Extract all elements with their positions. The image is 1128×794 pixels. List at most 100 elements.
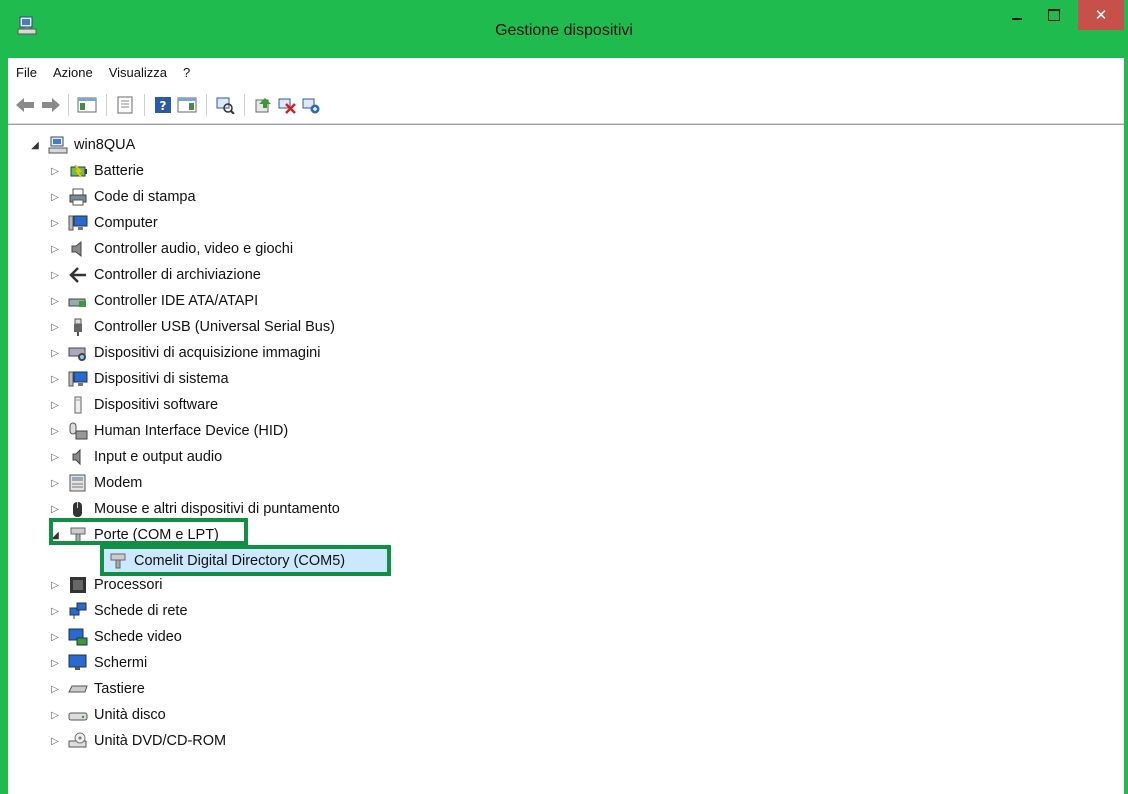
- enable-device-icon: [302, 98, 320, 114]
- expand-arrow-icon[interactable]: ▷: [48, 348, 62, 359]
- close-button[interactable]: ✕: [1078, 0, 1124, 30]
- modem-icon: [69, 474, 86, 492]
- expand-arrow-icon[interactable]: ▷: [48, 606, 62, 617]
- tree-category-controller-usb[interactable]: ▷ Controller USB (Universal Serial Bus): [48, 315, 335, 339]
- expand-arrow-icon[interactable]: ▷: [48, 478, 62, 489]
- enable-device-button[interactable]: [300, 94, 322, 116]
- tree-category-schede-rete[interactable]: ▷ Schede di rete: [48, 599, 188, 623]
- tree-category-modem[interactable]: ▷ Modem: [48, 471, 142, 495]
- expand-arrow-icon[interactable]: ▷: [48, 658, 62, 669]
- tree-category-dispositivi-software[interactable]: ▷ Dispositivi software: [48, 393, 218, 417]
- device-tree-pane[interactable]: ◢ win8QUA ▷ Batterie ▷ Code di stampa ▷ …: [8, 124, 1124, 794]
- expand-arrow-icon[interactable]: ▷: [48, 192, 62, 203]
- usb-icon: [74, 318, 82, 336]
- computer-icon: [68, 215, 88, 231]
- battery-icon: [70, 164, 87, 178]
- tree-category-controller-audio[interactable]: ▷ Controller audio, video e giochi: [48, 237, 293, 261]
- uninstall-device-icon: [278, 98, 296, 114]
- highlight-box-porte: [49, 518, 248, 545]
- uninstall-device-button[interactable]: [276, 94, 298, 116]
- expand-arrow-icon[interactable]: ▷: [48, 322, 62, 333]
- dvd-drive-icon: [68, 732, 87, 748]
- tree-category-computer[interactable]: ▷ Computer: [48, 211, 158, 235]
- minimize-icon: [1012, 18, 1022, 20]
- highlight-box-comelit: [100, 545, 391, 576]
- keyboard-icon: [68, 685, 88, 693]
- tree-category-processori[interactable]: ▷ Processori: [48, 573, 163, 597]
- expand-arrow-icon[interactable]: ▷: [48, 710, 62, 721]
- expand-arrow-icon[interactable]: ▷: [48, 684, 62, 695]
- tree-category-input-output-audio[interactable]: ▷ Input e output audio: [48, 445, 222, 469]
- maximize-button[interactable]: [1036, 0, 1072, 30]
- toolbar-separator: [106, 94, 107, 116]
- scan-hardware-icon: [216, 97, 235, 114]
- toolbar-separator: [244, 94, 245, 116]
- expand-arrow-icon[interactable]: ◢: [28, 140, 42, 151]
- title-bar[interactable]: Gestione dispositivi ✕: [0, 0, 1128, 56]
- display-adapter-icon: [68, 628, 88, 646]
- back-arrow-icon: [16, 98, 34, 112]
- speaker-icon: [71, 240, 82, 258]
- action-pane-button[interactable]: [176, 94, 198, 116]
- action-pane-icon: [177, 97, 197, 113]
- tree-category-batterie[interactable]: ▷ Batterie: [48, 159, 144, 183]
- help-icon: ?: [155, 97, 171, 113]
- toolbar-separator: [206, 94, 207, 116]
- tree-category-unita-dvd[interactable]: ▷ Unità DVD/CD-ROM: [48, 729, 226, 753]
- expand-arrow-icon[interactable]: ▷: [48, 270, 62, 281]
- tree-category-code-di-stampa[interactable]: ▷ Code di stampa: [48, 185, 196, 209]
- toolbar-separator: [144, 94, 145, 116]
- properties-icon: [117, 96, 133, 114]
- expand-arrow-icon[interactable]: ▷: [48, 218, 62, 229]
- expand-arrow-icon[interactable]: ▷: [48, 736, 62, 747]
- close-icon: ✕: [1094, 6, 1108, 24]
- menu-help[interactable]: ?: [183, 65, 190, 80]
- menu-azione[interactable]: Azione: [53, 65, 93, 80]
- maximize-icon: [1048, 9, 1060, 21]
- properties-button[interactable]: [114, 94, 136, 116]
- expand-arrow-icon[interactable]: ▷: [48, 504, 62, 515]
- tree-category-unita-disco[interactable]: ▷ Unità disco: [48, 703, 166, 727]
- menu-file[interactable]: File: [16, 65, 37, 80]
- update-driver-button[interactable]: [252, 94, 274, 116]
- tree-category-acquisizione-immagini[interactable]: ▷ Dispositivi di acquisizione immagini: [48, 341, 320, 365]
- menu-visualizza[interactable]: Visualizza: [109, 65, 167, 80]
- computer-root-icon: [48, 136, 68, 154]
- expand-arrow-icon[interactable]: ▷: [48, 374, 62, 385]
- back-button[interactable]: [14, 94, 36, 116]
- expand-arrow-icon[interactable]: ▷: [48, 400, 62, 411]
- svg-text:?: ?: [160, 99, 167, 113]
- network-icon: [69, 602, 87, 619]
- expand-arrow-icon[interactable]: ▷: [48, 580, 62, 591]
- tree-category-hid[interactable]: ▷ Human Interface Device (HID): [48, 419, 288, 443]
- expand-arrow-icon[interactable]: ▷: [48, 426, 62, 437]
- system-device-icon: [68, 371, 88, 387]
- tree-category-controller-ide[interactable]: ▷ Controller IDE ATA/ATAPI: [48, 289, 258, 313]
- tree-category-tastiere[interactable]: ▷ Tastiere: [48, 677, 145, 701]
- monitor-icon: [68, 654, 87, 670]
- expand-arrow-icon[interactable]: ▷: [48, 244, 62, 255]
- ide-controller-icon: [68, 298, 86, 307]
- expand-arrow-icon[interactable]: ▷: [48, 452, 62, 463]
- tree-category-schede-video[interactable]: ▷ Schede video: [48, 625, 182, 649]
- disk-drive-icon: [68, 712, 88, 721]
- help-button[interactable]: ?: [152, 94, 174, 116]
- tree-category-dispositivi-sistema[interactable]: ▷ Dispositivi di sistema: [48, 367, 228, 391]
- console-tree-icon: [77, 97, 97, 113]
- tree-category-schermi[interactable]: ▷ Schermi: [48, 651, 147, 675]
- scan-hardware-button[interactable]: [214, 94, 236, 116]
- minimize-button[interactable]: [1002, 0, 1032, 30]
- expand-arrow-icon[interactable]: ▷: [48, 166, 62, 177]
- tree-root[interactable]: ◢ win8QUA: [28, 133, 135, 157]
- console-tree-button[interactable]: [76, 94, 98, 116]
- window-title: Gestione dispositivi: [495, 22, 633, 39]
- toolbar: ?: [8, 86, 1124, 124]
- printer-icon: [69, 188, 87, 206]
- expand-arrow-icon[interactable]: ▷: [48, 296, 62, 307]
- toolbar-separator: [68, 94, 69, 116]
- hid-icon: [69, 422, 88, 440]
- expand-arrow-icon[interactable]: ▷: [48, 632, 62, 643]
- menu-bar: File Azione Visualizza ?: [8, 58, 1124, 86]
- forward-button[interactable]: [40, 94, 62, 116]
- tree-category-controller-archiviazione[interactable]: ▷ Controller di archiviazione: [48, 263, 261, 287]
